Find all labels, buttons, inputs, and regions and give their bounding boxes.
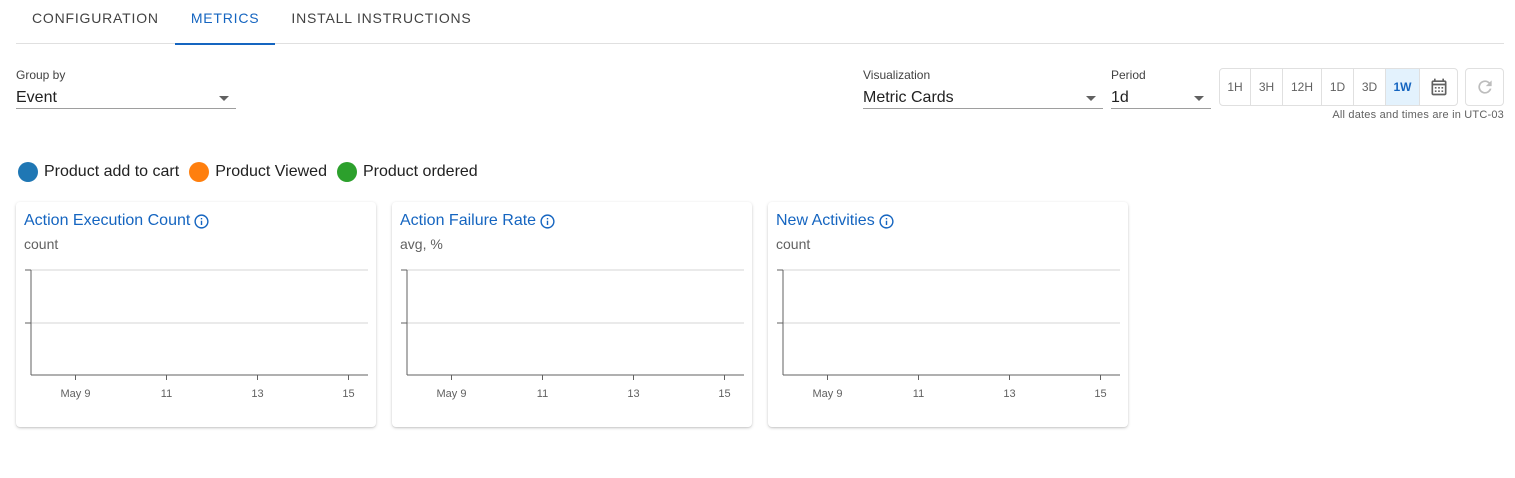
- chart: May 9 11 13 15: [25, 269, 368, 400]
- x-tick-label: 11: [537, 388, 548, 400]
- range-button-12h[interactable]: 12H: [1283, 69, 1322, 105]
- x-tick-label: 13: [1003, 388, 1015, 400]
- card-title-link[interactable]: Action Failure Rate: [400, 212, 556, 230]
- visualization-label: Visualization: [863, 68, 931, 82]
- tab-label: METRICS: [190, 10, 260, 26]
- range-button-1d[interactable]: 1D: [1322, 69, 1354, 105]
- refresh-button[interactable]: [1465, 68, 1504, 106]
- period-dropdown[interactable]: 1d: [1111, 87, 1211, 109]
- group-by-dropdown[interactable]: Event: [16, 87, 236, 109]
- x-tick-label: 13: [251, 388, 263, 400]
- refresh-icon: [1477, 80, 1492, 94]
- legend: Product add to cart Product Viewed Produ…: [18, 162, 488, 182]
- legend-swatch: [189, 162, 210, 182]
- x-tick-label: 13: [627, 388, 639, 400]
- tab-configuration[interactable]: CONFIGURATION: [16, 0, 175, 44]
- info-icon[interactable]: [539, 213, 556, 230]
- calendar-icon: [1431, 78, 1446, 96]
- legend-item[interactable]: Product add to cart: [18, 162, 179, 182]
- metric-card: New Activities count May 9 11 13 15: [768, 202, 1128, 427]
- range-button-3h[interactable]: 3H: [1251, 69, 1283, 105]
- info-icon[interactable]: [193, 213, 210, 230]
- chevron-down-icon: [1086, 96, 1096, 101]
- range-button-3d[interactable]: 3D: [1354, 69, 1386, 105]
- period-select: Period 1d: [1111, 68, 1211, 109]
- timezone-note: All dates and times are in UTC-03: [1332, 109, 1504, 121]
- x-tick-label: 11: [913, 388, 924, 400]
- x-tick-label: 15: [1094, 388, 1106, 400]
- card-unit: count: [24, 236, 59, 252]
- chevron-down-icon: [219, 96, 229, 101]
- legend-label: Product add to cart: [44, 163, 180, 180]
- visualization-value: Metric Cards: [863, 88, 954, 106]
- card-title-link[interactable]: New Activities: [776, 212, 895, 230]
- legend-item[interactable]: Product ordered: [336, 162, 478, 182]
- x-tick-label: May 9: [61, 388, 91, 400]
- range-button-1h[interactable]: 1H: [1220, 69, 1251, 105]
- calendar-button[interactable]: [1420, 69, 1457, 105]
- tab-label: CONFIGURATION: [32, 10, 159, 26]
- x-tick-label: May 9: [813, 388, 843, 400]
- card-unit: avg, %: [400, 236, 443, 252]
- card-title: Action Execution Count: [24, 212, 191, 229]
- x-tick-label: 15: [718, 388, 730, 400]
- card-title: Action Failure Rate: [400, 212, 537, 229]
- x-tick-label: May 9: [437, 388, 467, 400]
- legend-label: Product ordered: [362, 163, 478, 180]
- legend-swatch: [336, 162, 357, 182]
- chart: May 9 11 13 15: [777, 269, 1120, 400]
- range-button-1w[interactable]: 1W: [1386, 69, 1420, 105]
- card-unit: count: [776, 236, 811, 252]
- tab-metrics[interactable]: METRICS: [174, 0, 276, 45]
- period-value: 1d: [1111, 88, 1129, 106]
- metric-card: Action Failure Rate avg, % May 9 11 13 15: [392, 202, 752, 427]
- info-icon[interactable]: [878, 213, 895, 230]
- group-by-select: Group by Event: [16, 68, 236, 109]
- visualization-select: Visualization Metric Cards: [863, 68, 1103, 109]
- card-title-link[interactable]: Action Execution Count: [24, 212, 210, 230]
- x-tick-label: 11: [161, 388, 172, 400]
- metric-card: Action Execution Count count May 9 11 13 15: [16, 202, 376, 427]
- time-range-group: 1H 3H 12H 1D 3D 1W: [1219, 68, 1458, 106]
- legend-label: Product Viewed: [215, 163, 327, 180]
- legend-item[interactable]: Product Viewed: [189, 162, 327, 182]
- group-by-label: Group by: [16, 68, 66, 82]
- period-label: Period: [1111, 68, 1146, 82]
- tab-label: INSTALL INSTRUCTIONS: [291, 10, 472, 26]
- chart: May 9 11 13 15: [401, 269, 744, 400]
- visualization-dropdown[interactable]: Metric Cards: [863, 87, 1103, 109]
- legend-swatch: [18, 162, 38, 182]
- chevron-down-icon: [1194, 96, 1204, 101]
- tab-bar: CONFIGURATION METRICS INSTALL INSTRUCTIO…: [16, 0, 1504, 45]
- card-title: New Activities: [776, 212, 875, 229]
- x-tick-label: 15: [342, 388, 354, 400]
- group-by-value: Event: [16, 88, 57, 106]
- tab-install-instructions[interactable]: INSTALL INSTRUCTIONS: [275, 0, 487, 44]
